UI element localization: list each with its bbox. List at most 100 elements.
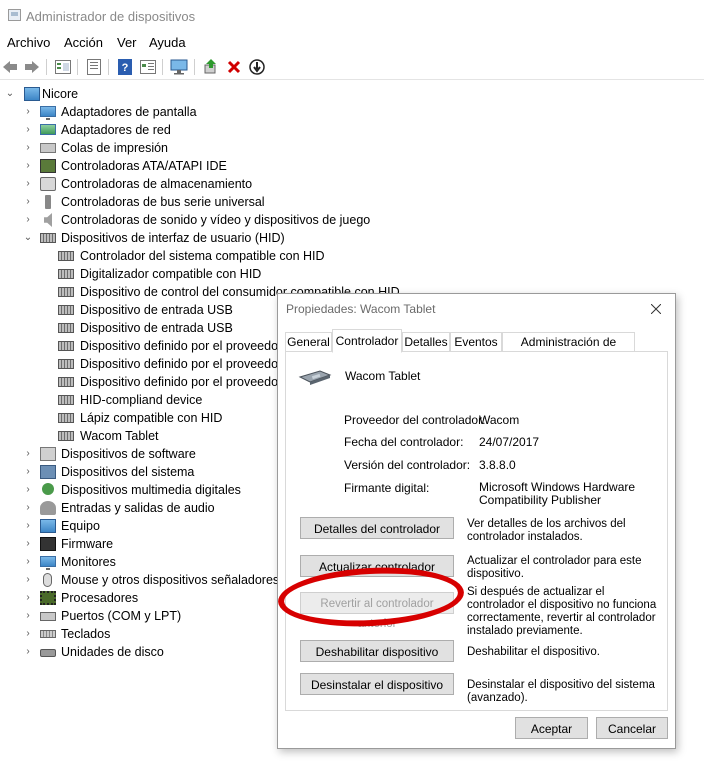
tree-category-label: Dispositivos multimedia digitales (61, 483, 241, 497)
hid-icon (40, 233, 56, 243)
uninstall-icon[interactable] (224, 57, 244, 77)
mouse-icon (43, 573, 52, 587)
network-adapter-icon (40, 124, 56, 135)
chevron-right-icon[interactable]: › (22, 607, 34, 625)
processor-icon (40, 591, 56, 605)
hid-icon (58, 359, 74, 369)
firmware-icon (40, 537, 56, 551)
chevron-right-icon[interactable]: › (22, 175, 34, 193)
window-title: Administrador de dispositivos (26, 9, 196, 24)
tab-eventos[interactable]: Eventos (450, 332, 502, 352)
update-driver-icon[interactable] (201, 57, 221, 77)
menu-accion[interactable]: Acción (64, 35, 103, 50)
chevron-right-icon[interactable]: › (22, 517, 34, 535)
cancel-button[interactable]: Cancelar (596, 717, 668, 739)
version-value: 3.8.8.0 (479, 458, 516, 472)
properties-icon[interactable] (84, 57, 104, 77)
tree-category-label: Monitores (61, 555, 116, 569)
tree-category-label: Dispositivos del sistema (61, 465, 195, 479)
chevron-right-icon[interactable]: › (22, 571, 34, 589)
chevron-right-icon[interactable]: › (22, 445, 34, 463)
update-driver-button[interactable]: Actualizar controlador (300, 555, 454, 577)
monitor-icon[interactable] (169, 57, 189, 77)
tablet-icon (298, 369, 332, 390)
tree-category-label: Mouse y otros dispositivos señaladores (61, 573, 280, 587)
menu-bar: Archivo Acción Ver Ayuda (0, 32, 704, 54)
chevron-down-icon[interactable]: ⌄ (4, 85, 16, 103)
close-icon[interactable] (645, 298, 667, 320)
disable-device-desc: Deshabilitar el dispositivo. (467, 646, 600, 658)
menu-ayuda[interactable]: Ayuda (149, 35, 186, 50)
tree-device-label: Dispositivo de entrada USB (80, 321, 233, 335)
toolbar-separator (46, 59, 47, 75)
uninstall-device-button[interactable]: Desinstalar el dispositivo (300, 673, 454, 695)
chevron-right-icon[interactable]: › (22, 553, 34, 571)
hid-icon (58, 251, 74, 261)
computer-icon (40, 519, 56, 533)
port-icon (40, 612, 56, 621)
tree-category-label: Dispositivos de software (61, 447, 196, 461)
chevron-right-icon[interactable]: › (22, 535, 34, 553)
forward-icon[interactable] (22, 57, 42, 77)
rollback-driver-desc: Si después de actualizar el controlador … (467, 586, 657, 637)
tree-category-label: Controladoras de bus serie universal (61, 195, 265, 209)
date-value: 24/07/2017 (479, 435, 540, 449)
toolbar: ? (0, 54, 704, 80)
signer-value: Microsoft Windows Hardware Compatibility… (479, 480, 636, 507)
driver-details-button[interactable]: Detalles del controlador (300, 517, 454, 539)
menu-archivo[interactable]: Archivo (7, 35, 50, 50)
signer-label: Firmante digital: (344, 481, 430, 495)
provider-label: Proveedor del controlador: (344, 413, 486, 427)
help-icon[interactable]: ? (115, 57, 135, 77)
toolbar-separator (162, 59, 163, 75)
chevron-right-icon[interactable]: › (22, 139, 34, 157)
chevron-down-icon[interactable]: ⌄ (22, 229, 34, 247)
details-icon[interactable] (138, 57, 158, 77)
chevron-right-icon[interactable]: › (22, 121, 34, 139)
tab-detalles[interactable]: Detalles (402, 332, 450, 352)
chevron-right-icon[interactable]: › (22, 103, 34, 121)
monitor-icon (40, 556, 56, 570)
device-manager-icon (8, 9, 21, 21)
driver-panel: Wacom Tablet Proveedor del controlador: … (285, 351, 668, 711)
toolbar-separator (108, 59, 109, 75)
tree-root-label: Nicore (42, 87, 79, 101)
scan-icon[interactable] (247, 57, 267, 77)
tree-view-icon[interactable] (53, 57, 73, 77)
system-device-icon (40, 465, 56, 479)
device-name: Wacom Tablet (345, 369, 421, 383)
rollback-driver-button[interactable]: Revertir al controlador anterior (300, 592, 454, 630)
dialog-title: Propiedades: Wacom Tablet (286, 302, 436, 316)
tab-general[interactable]: General (285, 332, 332, 352)
ok-button[interactable]: Aceptar (515, 717, 588, 739)
chevron-right-icon[interactable]: › (22, 463, 34, 481)
chevron-right-icon[interactable]: › (22, 625, 34, 643)
display-adapter-icon (40, 106, 56, 120)
chevron-right-icon[interactable]: › (22, 589, 34, 607)
hid-icon (58, 413, 74, 423)
computer-icon (24, 87, 40, 101)
menu-ver[interactable]: Ver (117, 35, 137, 50)
tree-category-label: Firmware (61, 537, 114, 551)
chevron-right-icon[interactable]: › (22, 211, 34, 229)
tree-category-label: Procesadores (61, 591, 139, 605)
chevron-right-icon[interactable]: › (22, 157, 34, 175)
disable-device-button[interactable]: Deshabilitar dispositivo (300, 640, 454, 662)
tree-category-label: Controladoras ATA/ATAPI IDE (61, 159, 227, 173)
ide-controller-icon (40, 159, 56, 173)
hid-icon (58, 323, 74, 333)
tab-administracion-energia[interactable]: Administración de energía (502, 332, 635, 368)
tree-category-label: Teclados (61, 627, 111, 641)
chevron-right-icon[interactable]: › (22, 499, 34, 517)
usb-icon (45, 195, 51, 209)
chevron-right-icon[interactable]: › (22, 643, 34, 661)
svg-text:?: ? (122, 62, 129, 74)
chevron-right-icon[interactable]: › (22, 481, 34, 499)
keyboard-icon (40, 630, 56, 638)
tree-category-label: Colas de impresión (61, 141, 168, 155)
back-icon[interactable] (0, 57, 20, 77)
chevron-right-icon[interactable]: › (22, 193, 34, 211)
tab-controlador[interactable]: Controlador (332, 329, 402, 353)
hid-icon (58, 395, 74, 405)
tree-device-label: Controlador del sistema compatible con H… (80, 249, 325, 263)
